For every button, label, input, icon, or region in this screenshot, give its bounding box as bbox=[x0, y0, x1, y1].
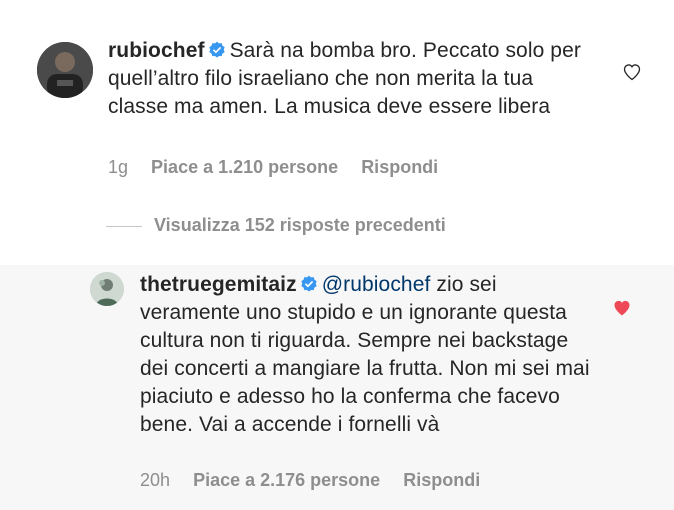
view-replies-button[interactable]: Visualizza 152 risposte precedenti bbox=[106, 215, 446, 236]
heart-filled-icon[interactable] bbox=[612, 298, 632, 318]
comment-likes[interactable]: Piace a 1.210 persone bbox=[151, 157, 338, 177]
reply-time: 20h bbox=[140, 470, 171, 490]
reply-likes[interactable]: Piace a 2.176 persone bbox=[193, 470, 380, 490]
avatar-icon bbox=[37, 42, 93, 98]
reply-reply-button[interactable]: Rispondi bbox=[403, 470, 480, 490]
heart-outline-icon[interactable] bbox=[622, 62, 642, 82]
comment-body: rubiochef Sarà na bomba bro. Peccato sol… bbox=[108, 37, 588, 121]
reply-username[interactable]: thetruegemitaiz bbox=[140, 273, 297, 296]
comment-username[interactable]: rubiochef bbox=[108, 39, 205, 62]
view-replies-label: Visualizza 152 risposte precedenti bbox=[154, 215, 446, 235]
verified-badge-icon bbox=[301, 275, 317, 292]
reply-mention[interactable]: @rubiochef bbox=[322, 273, 431, 296]
avatar-icon bbox=[90, 272, 124, 306]
view-replies-divider bbox=[106, 225, 142, 227]
comment-time: 1g bbox=[108, 157, 129, 177]
reply-text: zio sei veramente uno stupido e un ignor… bbox=[140, 273, 590, 436]
avatar-thetruegemitaiz[interactable] bbox=[90, 272, 124, 306]
comment-meta: 1g Piace a 1.210 persone Rispondi bbox=[108, 157, 456, 178]
comment-reply-button[interactable]: Rispondi bbox=[361, 157, 438, 177]
reply-body: thetruegemitaiz @rubiochef zio sei veram… bbox=[140, 271, 590, 439]
reply-meta: 20h Piace a 2.176 persone Rispondi bbox=[140, 470, 498, 491]
verified-badge-icon bbox=[208, 41, 225, 58]
avatar-rubiochef[interactable] bbox=[37, 42, 93, 98]
